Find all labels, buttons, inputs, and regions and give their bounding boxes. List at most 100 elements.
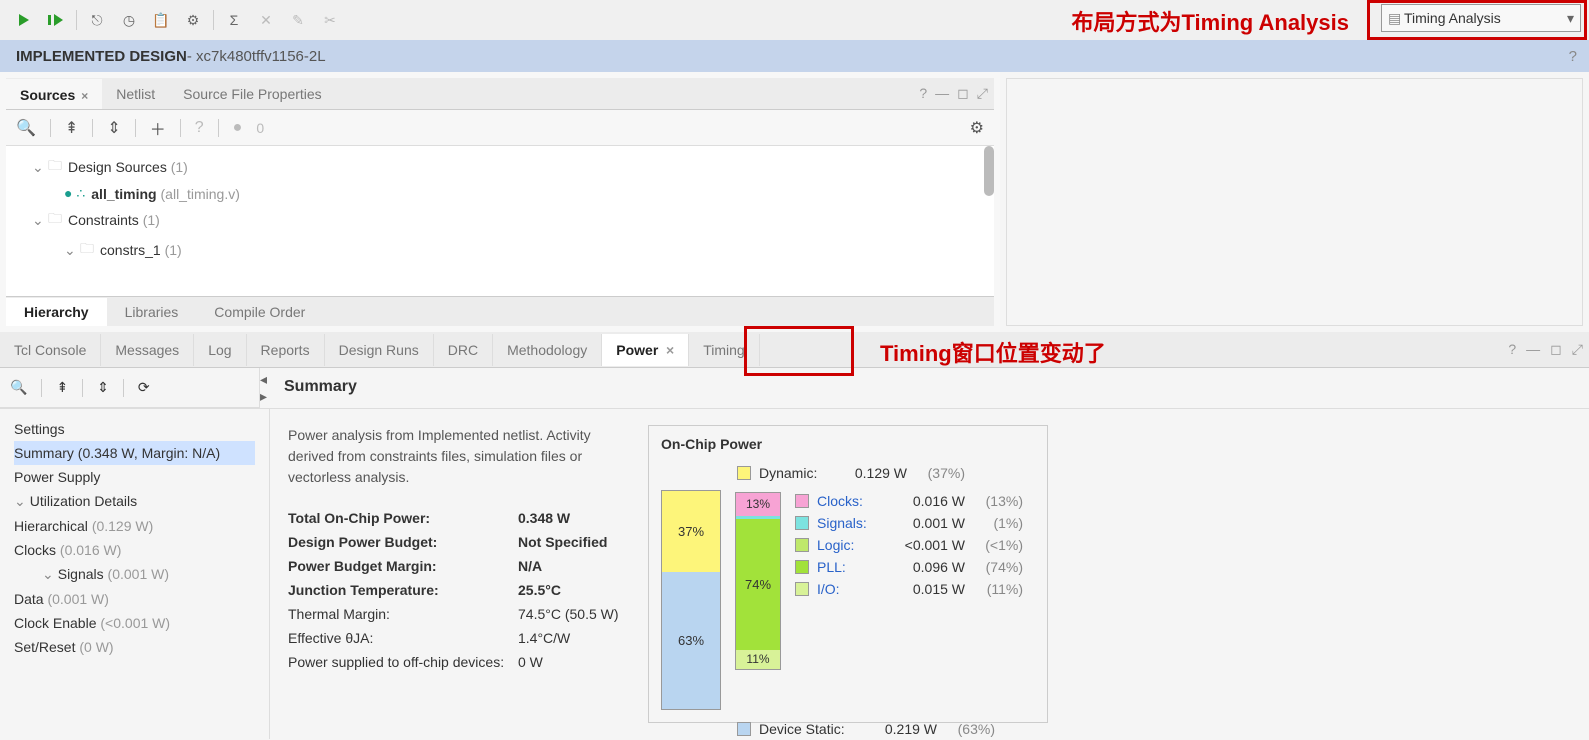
legend-label[interactable]: I/O: <box>817 581 887 597</box>
scrollbar-thumb[interactable] <box>984 146 994 196</box>
legend-label: Dynamic: <box>759 465 829 481</box>
search-icon[interactable]: 🔍 <box>16 118 36 138</box>
caret-down-icon[interactable]: ⌄ <box>42 566 54 582</box>
right-panel-empty <box>1006 78 1583 326</box>
pitem-label: Signals <box>58 566 104 582</box>
row-value: 74.5°C (50.5 W) <box>518 606 619 622</box>
row-value: 1.4°C/W <box>518 630 570 646</box>
onchip-power-box: On-Chip Power Dynamic: 0.129 W (37%) 37%… <box>648 425 1048 723</box>
run-icon[interactable] <box>8 4 40 36</box>
minimize-icon[interactable]: — <box>935 85 949 102</box>
onchip-content: 37% 63% 13% 74% 11% Clocks:0.016 W(13%) … <box>661 490 1035 710</box>
search-icon[interactable]: 🔍 <box>10 379 27 396</box>
swatch <box>795 494 809 508</box>
collapse-handle[interactable]: ◂▸ <box>260 368 270 408</box>
separator <box>76 10 77 30</box>
sources-toolbar: 🔍 ⇞ ⇕ ＋ ? ● 0 ⚙ <box>6 110 994 146</box>
expand-icon[interactable]: ⇕ <box>107 118 120 138</box>
pitem-clock-enable[interactable]: Clock Enable (<0.001 W) <box>14 611 255 635</box>
ltab-design-runs[interactable]: Design Runs <box>325 334 434 366</box>
separator <box>123 379 124 397</box>
row-key: Power supplied to off-chip devices: <box>288 654 518 670</box>
row-key: Junction Temperature: <box>288 582 518 598</box>
help-icon[interactable]: ? <box>1569 48 1577 65</box>
scissors-icon[interactable]: ✂ <box>314 4 346 36</box>
legend-logic: Logic:<0.001 W(<1%) <box>795 534 1023 556</box>
ltab-power[interactable]: Power × <box>602 334 689 366</box>
caret-right-icon[interactable]: ⌄ <box>64 242 80 259</box>
caret-down-icon[interactable]: ⌄ <box>14 493 26 509</box>
ltab-methodology[interactable]: Methodology <box>493 334 602 366</box>
caret-down-icon[interactable]: ⌄ <box>32 159 48 176</box>
maximize-icon[interactable]: ⤢ <box>977 85 988 102</box>
help-icon[interactable]: ? <box>919 85 927 102</box>
pitem-utilization[interactable]: ⌄Utilization Details <box>14 489 255 514</box>
design-part: - xc7k480tffv1156-2L <box>187 48 326 65</box>
brush-icon[interactable]: ✎ <box>282 4 314 36</box>
sigma-icon[interactable]: Σ <box>218 4 250 36</box>
ltab-drc[interactable]: DRC <box>434 334 493 366</box>
row-key: Total On-Chip Power: <box>288 510 518 526</box>
ltab-tcl-console[interactable]: Tcl Console <box>0 334 101 366</box>
tree-node-constraints[interactable]: ⌄ 🗀 Constraints (1) <box>16 205 984 235</box>
legend-label[interactable]: Clocks: <box>817 493 887 509</box>
ltab-log[interactable]: Log <box>194 334 246 366</box>
power-tree[interactable]: Settings Summary (0.348 W, Margin: N/A) … <box>0 409 269 739</box>
btab-compile-order[interactable]: Compile Order <box>196 298 323 326</box>
restore-icon[interactable]: ◻ <box>957 85 969 102</box>
close-icon[interactable]: × <box>81 89 88 103</box>
refresh-icon[interactable]: ⟳ <box>138 379 150 396</box>
pitem-signals[interactable]: ⌄Signals (0.001 W) <box>14 562 255 587</box>
tab-source-file-properties[interactable]: Source File Properties <box>169 80 336 108</box>
pitem-set-reset[interactable]: Set/Reset (0 W) <box>14 635 255 659</box>
pitem-hierarchical[interactable]: Hierarchical (0.129 W) <box>14 514 255 538</box>
cancel-icon[interactable]: ✕ <box>250 4 282 36</box>
ltab-messages[interactable]: Messages <box>101 334 194 366</box>
tree-node-design-sources[interactable]: ⌄ 🗀 Design Sources (1) <box>16 152 984 182</box>
tab-sources[interactable]: Sources× <box>6 79 102 109</box>
pitem-data[interactable]: Data (0.001 W) <box>14 587 255 611</box>
clock-icon[interactable]: ◷ <box>113 4 145 36</box>
btab-hierarchy[interactable]: Hierarchy <box>6 298 107 326</box>
tab-netlist[interactable]: Netlist <box>102 80 169 108</box>
gear-icon[interactable]: ⚙ <box>177 4 209 36</box>
sources-tree[interactable]: ⌄ 🗀 Design Sources (1) ● ∴ all_timing (a… <box>6 146 994 296</box>
collapse-icon[interactable]: ⇞ <box>65 118 78 138</box>
help-icon[interactable]: ? <box>1508 341 1516 358</box>
ltab-reports[interactable]: Reports <box>247 334 325 366</box>
pitem-clocks[interactable]: Clocks (0.016 W) <box>14 538 255 562</box>
tree-file: (all_timing.v) <box>161 186 240 202</box>
window-controls: ? — ◻ ⤢ <box>1508 341 1583 358</box>
btab-libraries[interactable]: Libraries <box>107 298 197 326</box>
row-value: 0 W <box>518 654 543 670</box>
legend-label[interactable]: Logic: <box>817 537 887 553</box>
pitem-settings[interactable]: Settings <box>14 417 255 441</box>
clipboard-icon[interactable]: 📋 <box>145 4 177 36</box>
legend-label[interactable]: PLL: <box>817 559 887 575</box>
expand-icon[interactable]: ⇕ <box>97 379 109 396</box>
tree-count: (1) <box>143 212 160 228</box>
tree-node-constrs1[interactable]: ⌄ 🗀 constrs_1 (1) <box>16 235 984 265</box>
help-icon[interactable]: ? <box>195 119 204 137</box>
maximize-icon[interactable]: ⤢ <box>1572 341 1583 358</box>
step-icon[interactable] <box>40 4 72 36</box>
zero-count: 0 <box>256 120 264 136</box>
layout-dropdown[interactable]: ▤ Timing Analysis <box>1381 4 1581 32</box>
gear-icon[interactable]: ⚙ <box>970 118 984 138</box>
collapse-icon[interactable]: ⇞ <box>56 379 68 396</box>
folder-icon: 🗀 <box>80 238 94 262</box>
close-icon[interactable]: × <box>666 342 674 358</box>
minimize-icon[interactable]: — <box>1526 341 1540 358</box>
tool-icon-1[interactable]: ⎋ <box>81 4 113 36</box>
caret-down-icon[interactable]: ⌄ <box>32 212 48 229</box>
tree-node-all-timing[interactable]: ● ∴ all_timing (all_timing.v) <box>16 182 984 205</box>
annotation-layout: 布局方式为Timing Analysis <box>1072 5 1350 37</box>
restore-icon[interactable]: ◻ <box>1550 341 1562 358</box>
pitem-power-supply[interactable]: Power Supply <box>14 465 255 489</box>
pitem-summary[interactable]: Summary (0.348 W, Margin: N/A) <box>14 441 255 465</box>
window-controls: ? — ◻ ⤢ <box>919 85 988 102</box>
legend-label[interactable]: Signals: <box>817 515 887 531</box>
pitem-label: Data <box>14 591 44 607</box>
add-icon[interactable]: ＋ <box>150 116 166 140</box>
tree-label: all_timing <box>91 186 156 202</box>
